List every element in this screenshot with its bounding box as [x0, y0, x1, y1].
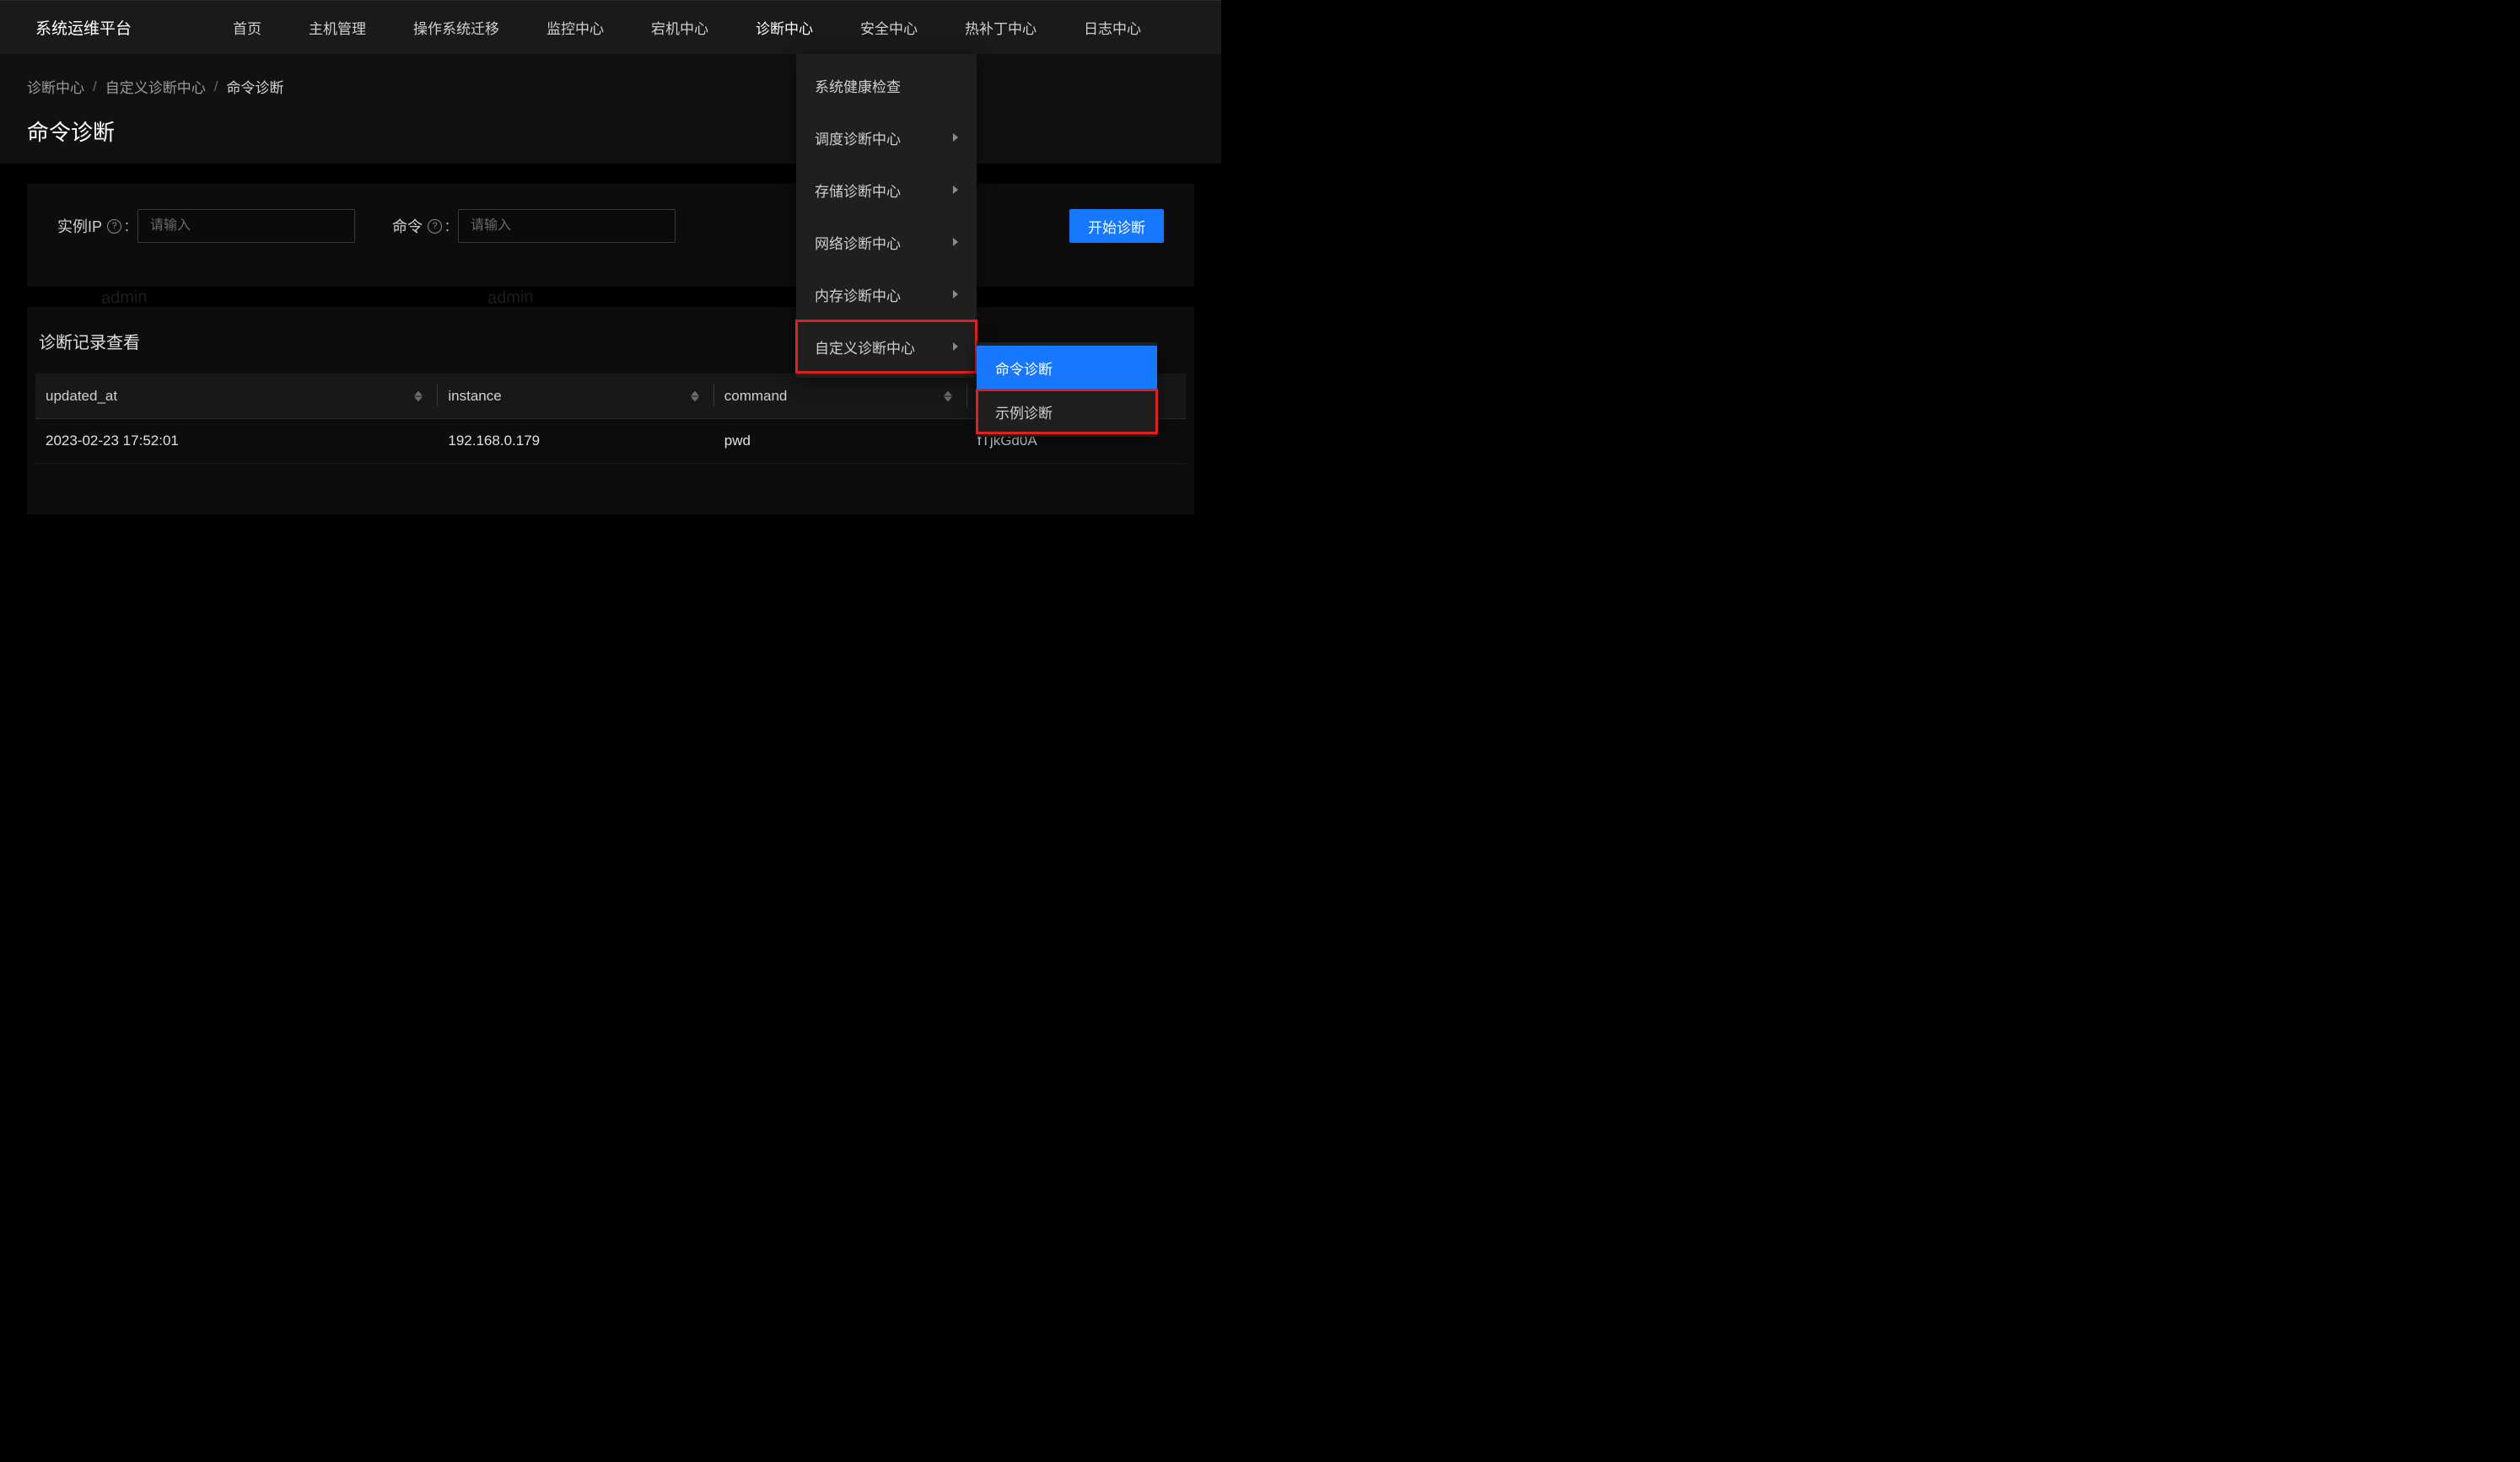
col-label: updated_at [46, 388, 117, 404]
sort-icon[interactable] [944, 390, 952, 401]
submenu-item-example-diagnosis[interactable]: 示例诊断 [977, 390, 1157, 433]
chevron-right-icon [953, 133, 958, 142]
submenu-item-label: 命令诊断 [995, 357, 1053, 379]
nav-item-os-migration[interactable]: 操作系统迁移 [413, 0, 499, 55]
page-header: 诊断中心 / 自定义诊断中心 / 命令诊断 命令诊断 [0, 54, 1221, 164]
dropdown-item-network[interactable]: 网络诊断中心 [796, 216, 977, 268]
nav-item-hosts[interactable]: 主机管理 [309, 0, 366, 55]
chevron-right-icon [953, 290, 958, 298]
chevron-right-icon [953, 342, 958, 351]
nav-items: 首页 主机管理 操作系统迁移 监控中心 宕机中心 诊断中心 安全中心 热补丁中心… [233, 0, 1187, 55]
command-label-text: 命令 [392, 215, 423, 237]
instance-ip-label: 实例IP ? : [57, 215, 129, 237]
help-icon[interactable]: ? [107, 219, 121, 234]
main-content: 实例IP ? : 命令 ? : 开始诊断 诊断记录查看 updated_at [0, 164, 1221, 514]
breadcrumb-item[interactable]: 自定义诊断中心 [105, 76, 206, 97]
col-instance[interactable]: instance [438, 374, 713, 419]
top-nav: 系统运维平台 首页 主机管理 操作系统迁移 监控中心 宕机中心 诊断中心 安全中… [0, 0, 1221, 54]
dropdown-item-schedule[interactable]: 调度诊断中心 [796, 111, 977, 164]
col-label: command [724, 388, 788, 404]
page-title: 命令诊断 [27, 116, 1194, 147]
breadcrumb-item[interactable]: 诊断中心 [27, 76, 84, 97]
instance-ip-input[interactable] [137, 209, 355, 243]
nav-item-diagnosis[interactable]: 诊断中心 [756, 0, 813, 55]
breadcrumb: 诊断中心 / 自定义诊断中心 / 命令诊断 [27, 76, 1194, 97]
nav-item-crash[interactable]: 宕机中心 [651, 0, 708, 55]
field-command: 命令 ? : [392, 209, 676, 243]
chevron-right-icon [953, 185, 958, 194]
col-updated-at[interactable]: updated_at [35, 374, 438, 419]
nav-item-logs[interactable]: 日志中心 [1084, 0, 1141, 55]
help-icon[interactable]: ? [428, 219, 442, 234]
colon: : [445, 218, 450, 235]
cell-instance: 192.168.0.179 [438, 419, 713, 464]
nav-item-security[interactable]: 安全中心 [860, 0, 918, 55]
brand: 系统运维平台 [35, 16, 132, 39]
dropdown-item-label: 内存诊断中心 [815, 284, 901, 305]
dropdown-item-label: 系统健康检查 [815, 75, 901, 96]
nav-item-monitor[interactable]: 监控中心 [547, 0, 604, 55]
dropdown-item-custom[interactable]: 自定义诊断中心 [796, 320, 977, 373]
cell-command: pwd [714, 419, 967, 464]
dropdown-item-label: 存储诊断中心 [815, 180, 901, 201]
sort-icon[interactable] [691, 390, 699, 401]
dropdown-item-storage[interactable]: 存储诊断中心 [796, 164, 977, 216]
command-input[interactable] [458, 209, 676, 243]
instance-ip-label-text: 实例IP [57, 215, 102, 237]
dropdown-item-label: 自定义诊断中心 [815, 336, 915, 357]
field-instance-ip: 实例IP ? : [57, 209, 355, 243]
col-command[interactable]: command [714, 374, 967, 419]
nav-item-hotpatch[interactable]: 热补丁中心 [965, 0, 1037, 55]
dropdown-item-label: 调度诊断中心 [815, 127, 901, 148]
chevron-right-icon [953, 238, 958, 246]
dropdown-item-health-check[interactable]: 系统健康检查 [796, 59, 977, 111]
dropdown-item-label: 网络诊断中心 [815, 232, 901, 253]
cell-updated-at: 2023-02-23 17:52:01 [35, 419, 438, 464]
diagnosis-dropdown: 系统健康检查 调度诊断中心 存储诊断中心 网络诊断中心 内存诊断中心 自定义诊断… [796, 54, 977, 378]
command-label: 命令 ? : [392, 215, 450, 237]
col-label: instance [448, 388, 501, 404]
breadcrumb-current: 命令诊断 [226, 76, 283, 97]
nav-item-home[interactable]: 首页 [233, 0, 261, 55]
custom-diagnosis-submenu: 命令诊断 示例诊断 [977, 342, 1157, 437]
start-diagnosis-button[interactable]: 开始诊断 [1069, 209, 1164, 243]
submenu-item-label: 示例诊断 [995, 401, 1053, 422]
breadcrumb-separator: / [93, 78, 97, 95]
sort-icon[interactable] [414, 390, 423, 401]
breadcrumb-separator: / [214, 78, 218, 95]
submenu-item-command-diagnosis[interactable]: 命令诊断 [977, 346, 1157, 390]
filter-panel: 实例IP ? : 命令 ? : 开始诊断 [27, 184, 1194, 287]
dropdown-item-memory[interactable]: 内存诊断中心 [796, 268, 977, 320]
colon: : [125, 218, 129, 235]
